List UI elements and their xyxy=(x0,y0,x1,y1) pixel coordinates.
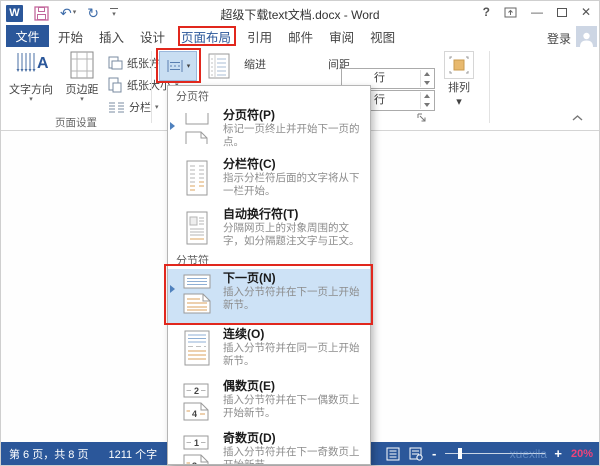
breaks-icon xyxy=(166,59,184,73)
group-label-page-setup: 页面设置 xyxy=(55,117,97,129)
avatar[interactable] xyxy=(576,26,597,47)
zoom-slider[interactable] xyxy=(445,442,546,465)
paper-size-icon xyxy=(107,77,123,93)
word-count[interactable]: 1211 个字 xyxy=(108,446,157,462)
quick-access-toolbar: W ↶ ▾ ↻ ▾ xyxy=(6,4,118,22)
menu-item-continuous[interactable]: 连续(O) 插入分节符并在同一页上开始新节。 xyxy=(168,325,370,377)
svg-text:3: 3 xyxy=(192,461,197,465)
zoom-in-button[interactable]: + xyxy=(554,446,562,461)
menu-item-odd-page[interactable]: 13 奇数页(D)插入分节符并在下一奇数页上开始新节。 xyxy=(168,429,370,465)
minimize-icon[interactable]: — xyxy=(531,5,543,19)
menu-item-page-break[interactable]: 分页符(P) 标记一页终止并开始下一页的点。 xyxy=(168,106,370,155)
menu-section-page-breaks: 分页符 xyxy=(176,91,209,103)
svg-text:A: A xyxy=(37,55,48,72)
tab-page-layout[interactable]: 页面布局 xyxy=(181,27,231,46)
menu-item-even-page[interactable]: 24 偶数页(E) 插入分节符并在下一偶数页上开始新节。 xyxy=(168,377,370,429)
tab-design[interactable]: 设计 xyxy=(140,27,165,46)
print-layout-view-icon[interactable] xyxy=(386,447,400,461)
line-numbers-button[interactable] xyxy=(203,51,235,81)
redo-button[interactable]: ↻ xyxy=(87,6,99,20)
breaks-button[interactable]: ▾ xyxy=(159,51,197,81)
help-icon[interactable]: ? xyxy=(483,5,490,19)
group-separator xyxy=(489,51,490,123)
margins-icon xyxy=(67,51,97,79)
breaks-dropdown-menu: 分页符 分页符(P) 标记一页终止并开始下一页的点。 分栏符(C) 指示分栏符后面的… xyxy=(167,85,371,465)
menu-item-column-break[interactable]: 分栏符(C) 指示分栏符后面的文字将从下一栏开始。 xyxy=(168,155,370,205)
collapse-ribbon-icon[interactable] xyxy=(571,114,584,122)
svg-text:4: 4 xyxy=(192,409,197,419)
undo-button[interactable]: ↶ ▾ xyxy=(60,6,76,20)
even-page-icon: 24 xyxy=(178,379,216,429)
customize-qat-button[interactable]: ▾ xyxy=(109,8,118,18)
insertion-marker-icon xyxy=(170,285,175,293)
tab-home[interactable]: 开始 xyxy=(58,27,83,46)
window-title: 超级下载text文档.docx - Word xyxy=(220,8,380,22)
zoom-level[interactable]: 20% xyxy=(571,448,593,460)
insertion-marker-icon xyxy=(170,122,175,130)
line-numbers-icon xyxy=(207,53,231,79)
zoom-out-button[interactable]: - xyxy=(432,446,436,461)
menu-section-section-breaks: 分节符 xyxy=(176,255,209,267)
tab-file[interactable]: 文件 xyxy=(6,25,49,47)
maximize-icon[interactable] xyxy=(556,7,567,17)
columns-icon xyxy=(107,100,125,114)
page-break-icon xyxy=(178,108,216,155)
menu-item-next-page[interactable]: 下一页(N) 插入分节符并在下一页上开始新节。 xyxy=(168,269,370,325)
close-icon[interactable]: ✕ xyxy=(581,5,591,19)
ribbon-tab-bar: 文件 开始 插入 设计 页面布局 引用 邮件 审阅 视图 登录 xyxy=(1,25,599,47)
zoom-slider-thumb[interactable] xyxy=(458,448,463,459)
margins-button[interactable]: 页边距 ▾ xyxy=(59,51,105,104)
tab-mailings[interactable]: 邮件 xyxy=(288,27,313,46)
group-separator xyxy=(151,51,152,123)
sign-in-link[interactable]: 登录 xyxy=(547,30,571,47)
tab-references[interactable]: 引用 xyxy=(247,27,272,46)
arrange-icon xyxy=(444,51,474,79)
word-logo-icon: W xyxy=(6,4,23,22)
column-break-icon xyxy=(178,157,216,205)
indent-label: 缩进 xyxy=(244,59,266,71)
svg-text:1: 1 xyxy=(194,438,199,448)
web-layout-view-icon[interactable] xyxy=(409,447,423,461)
tab-review[interactable]: 审阅 xyxy=(329,27,354,46)
tab-view[interactable]: 视图 xyxy=(370,27,395,46)
spacing-before-stepper[interactable] xyxy=(420,70,433,87)
menu-item-text-wrapping-break[interactable]: 自动换行符(T) 分隔网页上的对象周围的文字，如分隔题注文字与正文。 xyxy=(168,205,370,255)
next-page-icon xyxy=(178,271,216,325)
text-direction-icon: A xyxy=(14,51,48,79)
ribbon-display-options-icon[interactable] xyxy=(504,7,517,18)
tab-insert[interactable]: 插入 xyxy=(99,27,124,46)
paragraph-dialog-launcher-icon[interactable] xyxy=(417,113,427,123)
orientation-icon xyxy=(107,55,123,71)
title-bar: W ↶ ▾ ↻ ▾ 超级下载text文档.docx - Word ? — ✕ xyxy=(1,1,599,25)
save-icon[interactable] xyxy=(34,5,49,21)
continuous-icon xyxy=(178,327,216,377)
spacing-after-stepper[interactable] xyxy=(420,92,433,109)
odd-page-icon: 13 xyxy=(178,431,216,465)
arrange-button[interactable]: 排列 ▾ xyxy=(435,51,483,123)
page-indicator[interactable]: 第 6 页，共 8 页 xyxy=(9,446,88,462)
text-wrapping-break-icon xyxy=(178,207,216,255)
text-direction-button[interactable]: A 文字方向 ▾ xyxy=(5,51,57,104)
svg-text:2: 2 xyxy=(194,386,199,396)
